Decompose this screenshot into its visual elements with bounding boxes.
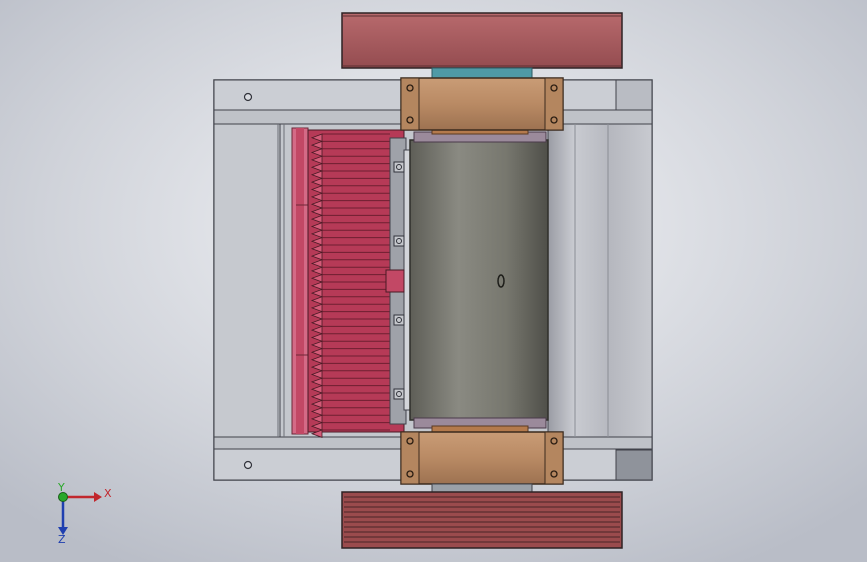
- top-pulley[interactable]: [341, 12, 623, 69]
- roller-drum[interactable]: [409, 127, 549, 433]
- y-axis-label: Y: [57, 481, 65, 494]
- frame-bolt-hole: [243, 460, 253, 470]
- bracket-bolt: [393, 235, 405, 247]
- right-guard-panel[interactable]: [547, 123, 653, 438]
- bottom-shaft-hub: [431, 483, 533, 493]
- bracket-bolt: [393, 314, 405, 326]
- cad-viewport[interactable]: X Y Z: [0, 0, 867, 562]
- bracket-bolt: [393, 161, 405, 173]
- v-belt-pulley[interactable]: [341, 491, 623, 549]
- bracket-bolt: [393, 388, 405, 400]
- x-axis-label: X: [104, 487, 112, 500]
- bearing-housing-top[interactable]: [400, 77, 564, 131]
- comb-plate: [291, 127, 309, 435]
- bearing-housing-bottom[interactable]: [400, 431, 564, 485]
- z-axis-label: Z: [58, 533, 66, 546]
- frame-bolt-hole: [243, 92, 253, 102]
- top-shaft-hub: [431, 67, 533, 79]
